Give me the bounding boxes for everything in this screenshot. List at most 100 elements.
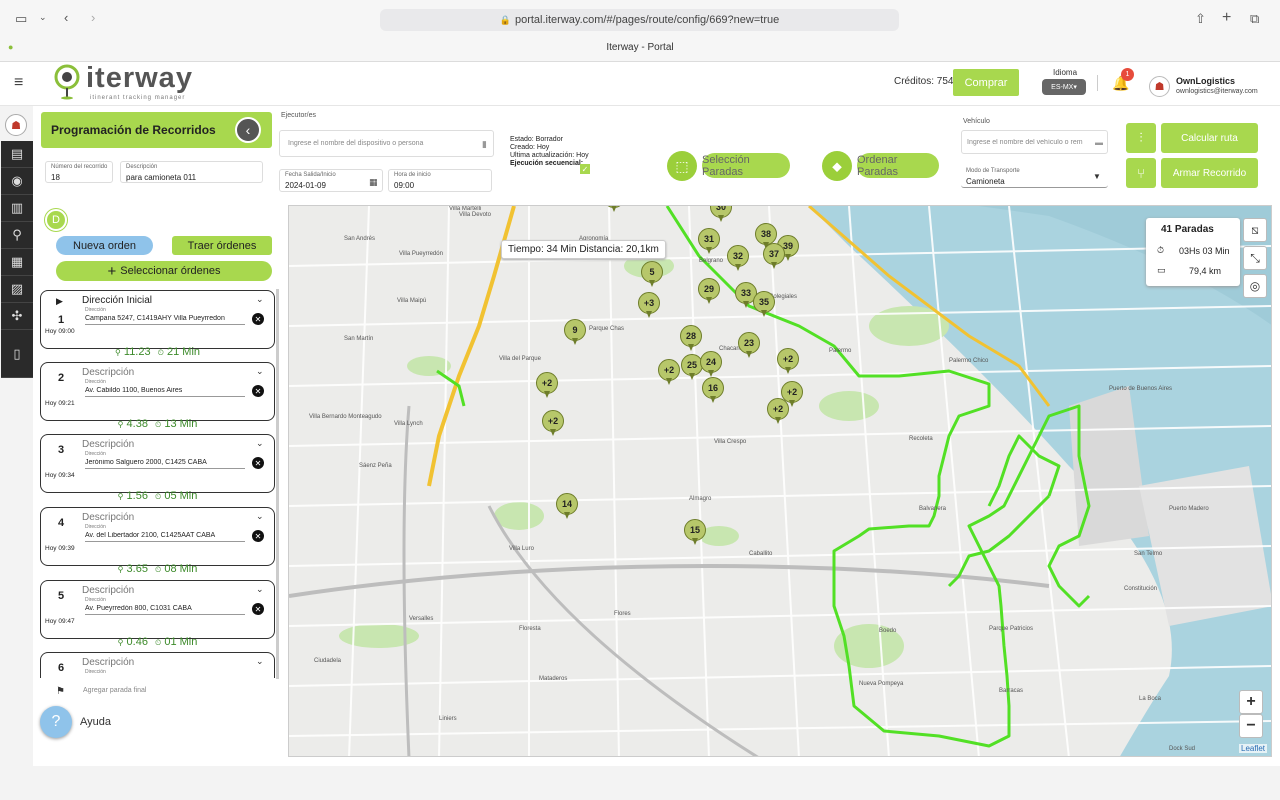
remove-stop-icon[interactable]: ✕ [252, 313, 264, 325]
map-stop-pin[interactable]: 16 [702, 377, 724, 403]
route-number-field[interactable]: Número del recorrido 18 [45, 161, 113, 183]
select-stops-icon[interactable]: ⬚ [667, 151, 697, 181]
start-time-field[interactable]: Hora de inicio 09:00 [388, 169, 492, 192]
map-stop-pin[interactable]: 35 [753, 291, 775, 317]
network-icon[interactable]: ✣ [1, 303, 33, 330]
map-stop-pin[interactable]: +2 [536, 372, 558, 398]
zoom-out-button[interactable]: − [1239, 714, 1263, 738]
sidebar-toggle-icon[interactable]: ▭ [15, 12, 27, 25]
map-stop-pin[interactable]: +2 [658, 359, 680, 385]
url-bar[interactable]: 🔒 portal.iterway.com/#/pages/route/confi… [380, 9, 899, 31]
select-stops-button[interactable]: Selección Paradas [702, 153, 790, 178]
chevron-down-icon[interactable]: ⌄ [256, 294, 264, 305]
transport-select[interactable]: Modo de Transporte Camioneta ▼ [961, 164, 1108, 188]
chevron-down-icon[interactable]: ⌄ [256, 656, 264, 667]
remove-stop-icon[interactable]: ✕ [252, 530, 264, 542]
stop-card[interactable]: ▶ 1 Dirección Inicial ⌄ Dirección Campan… [40, 290, 275, 349]
chevron-down-icon[interactable]: ⌄ [256, 511, 264, 522]
map-stop-pin[interactable]: 9 [564, 319, 586, 345]
remove-stop-icon[interactable]: ✕ [252, 457, 264, 469]
menu-icon[interactable]: ≡ [14, 74, 23, 92]
fit-bounds-icon[interactable]: ⤡ [1243, 246, 1267, 270]
stop-address[interactable]: Jerónimo Salguero 2000, C1425 CABA [85, 459, 245, 469]
rail-avatar[interactable]: ☗ [5, 114, 27, 136]
executor-input[interactable]: Ingrese el nombre del dispositivo o pers… [279, 130, 494, 157]
map-stop-pin[interactable]: 3 [603, 206, 625, 212]
leaflet-attribution[interactable]: Leaflet [1239, 744, 1268, 753]
vehicle-input[interactable]: Ingrese el nombre del vehículo o rem ▬ [961, 130, 1108, 154]
departure-date-field[interactable]: Fecha Salida/Inicio 2024-01-09 ▦ [279, 169, 383, 192]
map-stop-pin[interactable]: +2 [767, 398, 789, 424]
forward-icon[interactable]: › [91, 11, 95, 24]
chevron-down-icon[interactable]: ⌄ [256, 584, 264, 595]
map-stop-pin[interactable]: 15 [684, 519, 706, 545]
route-map[interactable]: Villa Martelli San Andrés Villa Maipú San M… [288, 205, 1272, 757]
map-stop-pin[interactable]: +2 [777, 348, 799, 374]
sliders-icon[interactable]: ⫶ [1126, 123, 1156, 153]
remove-stop-icon[interactable]: ✕ [252, 385, 264, 397]
user-email: ownlogistics@iterway.com [1176, 88, 1258, 95]
build-route-button[interactable]: Armar Recorrido [1161, 158, 1258, 188]
chevron-down-icon[interactable]: ⌄ [39, 13, 47, 22]
order-stops-icon[interactable]: ⬥ [822, 151, 852, 181]
back-icon[interactable]: ‹ [64, 11, 68, 24]
chevron-down-icon[interactable]: ⌄ [256, 438, 264, 449]
map-stop-pin[interactable]: 28 [680, 325, 702, 351]
reports-icon[interactable]: ▥ [1, 195, 33, 222]
map-stop-pin[interactable]: 32 [727, 245, 749, 271]
share-icon[interactable]: ⇧ [1195, 12, 1206, 25]
map-stop-pin[interactable]: +3 [638, 292, 660, 318]
map-stop-pin[interactable]: 30 [710, 206, 732, 222]
map-stop-pin[interactable]: 31 [698, 228, 720, 254]
avatar[interactable]: ☗ [1149, 76, 1170, 97]
route-icon[interactable]: ◉ [1, 168, 33, 195]
sequential-checkbox[interactable]: ✓ [580, 164, 590, 174]
buy-button[interactable]: Comprar [953, 69, 1019, 96]
chevron-down-icon[interactable]: ⌄ [256, 366, 264, 377]
map-stop-pin[interactable]: 29 [698, 278, 720, 304]
bring-orders-button[interactable]: Traer órdenes [172, 236, 272, 255]
new-tab-icon[interactable]: + [1222, 10, 1231, 26]
title-bar: Programación de Recorridos ‹ [41, 112, 272, 148]
stop-card[interactable]: 5 Descripción ⌄ Dirección Av. Pueyrredón… [40, 580, 275, 639]
grid-icon[interactable]: ▦ [1, 249, 33, 276]
add-final-stop-label[interactable]: Agregar parada final [83, 687, 146, 694]
tabs-icon[interactable]: ⧉ [1250, 12, 1259, 25]
map-stop-pin[interactable]: 23 [738, 332, 760, 358]
map-stop-pin[interactable]: 37 [763, 243, 785, 269]
stop-card[interactable]: 4 Descripción ⌄ Dirección Av. del Libert… [40, 507, 275, 566]
documents-icon[interactable]: ▨ [1, 276, 33, 303]
help-label[interactable]: Ayuda [80, 716, 111, 728]
calendar-icon[interactable]: ▦ [369, 177, 378, 188]
map-stop-pin[interactable]: 24 [700, 351, 722, 377]
stop-time: Hoy 09:39 [45, 545, 75, 552]
play-icon[interactable]: ▶ [56, 296, 63, 307]
locate-icon[interactable]: ◎ [1243, 274, 1267, 298]
select-orders-button[interactable]: + Seleccionar órdenes [56, 261, 272, 281]
new-order-button[interactable]: Nueva orden [56, 236, 153, 255]
order-stops-button[interactable]: Ordenar Paradas [857, 153, 939, 178]
stop-card[interactable]: 6 Descripción ⌄ Dirección [40, 652, 275, 678]
map-stop-pin[interactable]: 14 [556, 493, 578, 519]
tracking-icon[interactable]: ⚲ [1, 222, 33, 249]
map-stop-pin[interactable]: +2 [542, 410, 564, 436]
stop-card[interactable]: 3 Descripción ⌄ Dirección Jerónimo Salgu… [40, 434, 275, 493]
language-select[interactable]: ES-MX ▾ [1042, 79, 1086, 95]
collapse-button[interactable]: ‹ [235, 117, 261, 143]
map-stop-pin[interactable]: 5 [641, 261, 663, 287]
help-icon[interactable]: ? [40, 706, 72, 738]
list-scrollbar[interactable] [276, 289, 279, 679]
book-icon[interactable]: ▯ [1, 330, 33, 378]
remove-stop-icon[interactable]: ✕ [252, 603, 264, 615]
stop-address[interactable]: Campana 5247, C1419AHY Villa Pueyrredon [85, 315, 245, 325]
description-field[interactable]: Descripción para camioneta 011 [120, 161, 263, 183]
stop-address[interactable]: Av. Pueyrredón 800, C1031 CABA [85, 605, 245, 615]
layers-off-icon[interactable]: ⧅ [1243, 218, 1267, 242]
calculate-route-button[interactable]: Calcular ruta [1161, 123, 1258, 153]
stop-card[interactable]: 2 Descripción ⌄ Dirección Av. Cabildo 11… [40, 362, 275, 421]
stop-address[interactable]: Av. Cabildo 1100, Buenos Aires [85, 387, 245, 397]
stop-address[interactable]: Av. del Libertador 2100, C1425AAT CABA [85, 532, 245, 542]
dashboard-icon[interactable]: ▤ [1, 141, 33, 168]
fork-icon[interactable]: ⑂ [1126, 158, 1156, 188]
zoom-in-button[interactable]: + [1239, 690, 1263, 714]
